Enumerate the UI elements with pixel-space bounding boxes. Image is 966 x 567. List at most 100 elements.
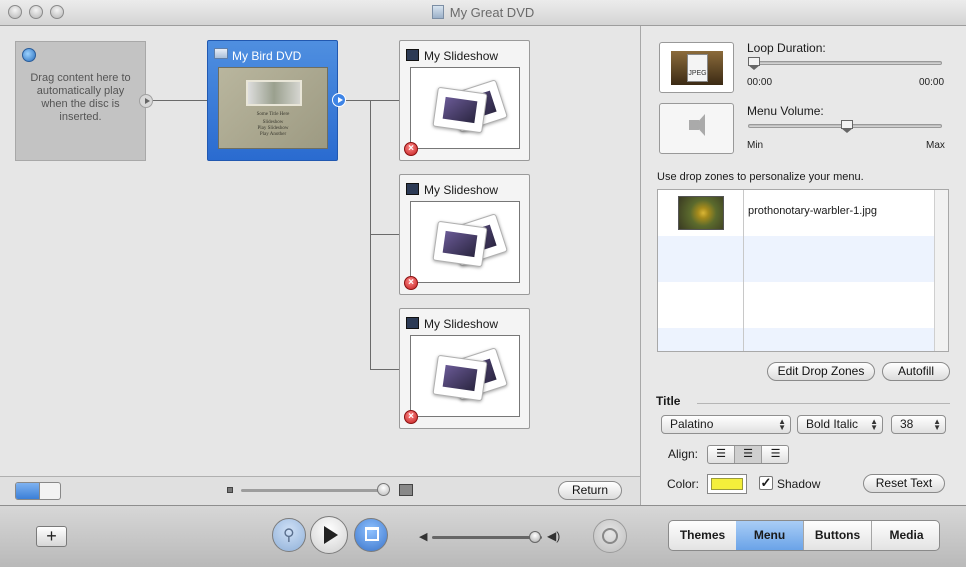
menu-thumbnail-line: Play Slideshow — [257, 126, 289, 131]
tab-menu[interactable]: Menu — [736, 521, 804, 550]
slideshow-label: My Slideshow — [424, 183, 499, 197]
menu-disclosure-icon[interactable] — [332, 93, 346, 107]
autofill-button[interactable]: Autofill — [882, 362, 950, 381]
slide-icon — [432, 86, 488, 134]
menu-thumbnail-line: Play Another — [259, 132, 287, 137]
slideshow-node[interactable]: My Slideshow × — [399, 174, 530, 295]
burn-aperture-icon — [602, 528, 618, 544]
slide-icon — [432, 354, 488, 402]
menu-inspector: JPEG Loop Duration: 00:00 00:00 Menu Vol… — [641, 26, 966, 505]
tab-buttons[interactable]: Buttons — [804, 521, 872, 550]
connector-line — [370, 100, 371, 370]
slideshow-node[interactable]: My Slideshow × — [399, 308, 530, 429]
popup-arrows-icon: ▲ ▼ — [870, 417, 878, 432]
autoplay-drop-zone[interactable]: Drag content here to automatically play … — [15, 41, 153, 161]
slideshow-node[interactable]: My Slideshow × — [399, 40, 530, 161]
autoplay-globe-icon — [22, 48, 36, 62]
drop-zones-hint: Use drop zones to personalize your menu. — [657, 171, 864, 183]
speaker-icon — [689, 114, 705, 136]
align-right-icon[interactable]: ☰ — [762, 446, 788, 463]
drop-zone-row[interactable]: prothonotary-warbler-1.jpg — [658, 190, 934, 236]
title-section-rule — [697, 403, 950, 404]
volume-max-label: Max — [926, 140, 945, 151]
menu-thumbnail-line: Slideshow — [262, 120, 284, 125]
color-label: Color: — [667, 477, 700, 491]
return-button[interactable]: Return — [558, 481, 622, 500]
loop-media-well[interactable]: JPEG — [659, 42, 734, 93]
window-title-text: My Great DVD — [449, 5, 535, 20]
add-button[interactable]: + — [36, 526, 67, 547]
drop-zone-row[interactable] — [658, 328, 934, 351]
zoom-in-icon — [399, 484, 413, 496]
zoom-slider[interactable] — [241, 489, 383, 492]
popup-arrows-icon: ▲ ▼ — [933, 417, 941, 432]
preview-volume-slider[interactable] — [432, 536, 542, 539]
vertical-map-view-icon[interactable] — [39, 483, 60, 499]
error-icon: × — [404, 142, 418, 156]
align-left-icon[interactable]: ☰ — [708, 446, 735, 463]
volume-low-icon: ◀ — [419, 531, 428, 543]
title-bar: My Great DVD — [0, 0, 966, 26]
loop-duration-label: Loop Duration: — [747, 41, 826, 55]
font-popup[interactable]: Palatino ▲ ▼ — [661, 415, 791, 434]
slideshow-icon — [406, 317, 419, 329]
loop-duration-slider[interactable] — [748, 61, 942, 65]
size-value: 38 — [900, 417, 914, 431]
motion-button[interactable]: ⚲ — [272, 518, 306, 552]
align-label: Align: — [668, 447, 699, 461]
slideshow-thumbnail — [410, 201, 520, 283]
connector-line — [370, 369, 399, 370]
menu-volume-knob[interactable] — [840, 120, 853, 133]
error-icon: × — [404, 276, 418, 290]
map-button[interactable] — [354, 518, 388, 552]
folder-icon — [214, 48, 228, 59]
menu-thumbnail: Some Title Here Slideshow Play Slideshow… — [218, 67, 328, 149]
loop-end-time: 00:00 — [919, 77, 945, 88]
autoplay-disclosure-icon[interactable] — [139, 94, 153, 108]
tab-themes[interactable]: Themes — [669, 521, 737, 550]
tab-media[interactable]: Media — [872, 521, 939, 550]
walking-figure-icon: ⚲ — [283, 527, 295, 544]
document-icon — [431, 5, 444, 19]
drop-zone-list[interactable]: prothonotary-warbler-1.jpg — [657, 189, 949, 352]
play-button[interactable] — [310, 516, 348, 554]
jpeg-badge: JPEG — [687, 54, 708, 82]
window-title: My Great DVD — [0, 5, 966, 20]
drop-zone-row[interactable] — [658, 282, 934, 328]
loop-start-time: 00:00 — [747, 77, 773, 88]
column-divider — [743, 190, 744, 351]
size-popup[interactable]: 38 ▲ ▼ — [891, 415, 946, 434]
drop-zone-scrollbar[interactable] — [934, 190, 948, 351]
horizontal-map-view-icon[interactable] — [16, 483, 39, 499]
play-icon — [324, 526, 338, 544]
align-center-icon[interactable]: ☰ — [735, 446, 762, 463]
color-swatch — [711, 478, 743, 490]
slide-icon — [432, 220, 488, 268]
map-tree-icon — [365, 527, 379, 541]
bottom-toolbar: + ⚲ ◀ ◀) Themes Menu Buttons Media — [0, 505, 966, 567]
pane-tabs: Themes Menu Buttons Media — [668, 520, 940, 551]
preview-volume-knob[interactable] — [529, 531, 542, 543]
menu-node[interactable]: My Bird DVD Some Title Here Slideshow Pl… — [207, 40, 346, 161]
drop-zone-row[interactable] — [658, 236, 934, 282]
audio-well[interactable] — [659, 103, 734, 154]
bird-photo-thumbnail — [678, 196, 724, 230]
volume-high-icon: ◀) — [547, 529, 561, 543]
slideshow-label: My Slideshow — [424, 317, 499, 331]
autoplay-hint: Drag content here to automatically play … — [30, 72, 131, 123]
style-value: Bold Italic — [806, 417, 859, 431]
slideshow-icon — [406, 49, 419, 61]
loop-duration-knob[interactable] — [748, 57, 760, 70]
reset-text-button[interactable]: Reset Text — [863, 474, 945, 493]
zoom-slider-knob[interactable] — [377, 483, 390, 496]
drop-zone-filename: prothonotary-warbler-1.jpg — [748, 205, 878, 217]
color-well[interactable] — [707, 474, 747, 494]
map-view-switch[interactable] — [15, 482, 61, 500]
style-popup[interactable]: Bold Italic ▲ ▼ — [797, 415, 883, 434]
align-segmented-control[interactable]: ☰ ☰ ☰ — [707, 445, 789, 464]
error-icon: × — [404, 410, 418, 424]
shadow-checkbox[interactable]: ✓ — [759, 476, 773, 490]
burn-button[interactable] — [593, 519, 627, 553]
slideshow-thumbnail — [410, 335, 520, 417]
edit-drop-zones-button[interactable]: Edit Drop Zones — [767, 362, 875, 381]
